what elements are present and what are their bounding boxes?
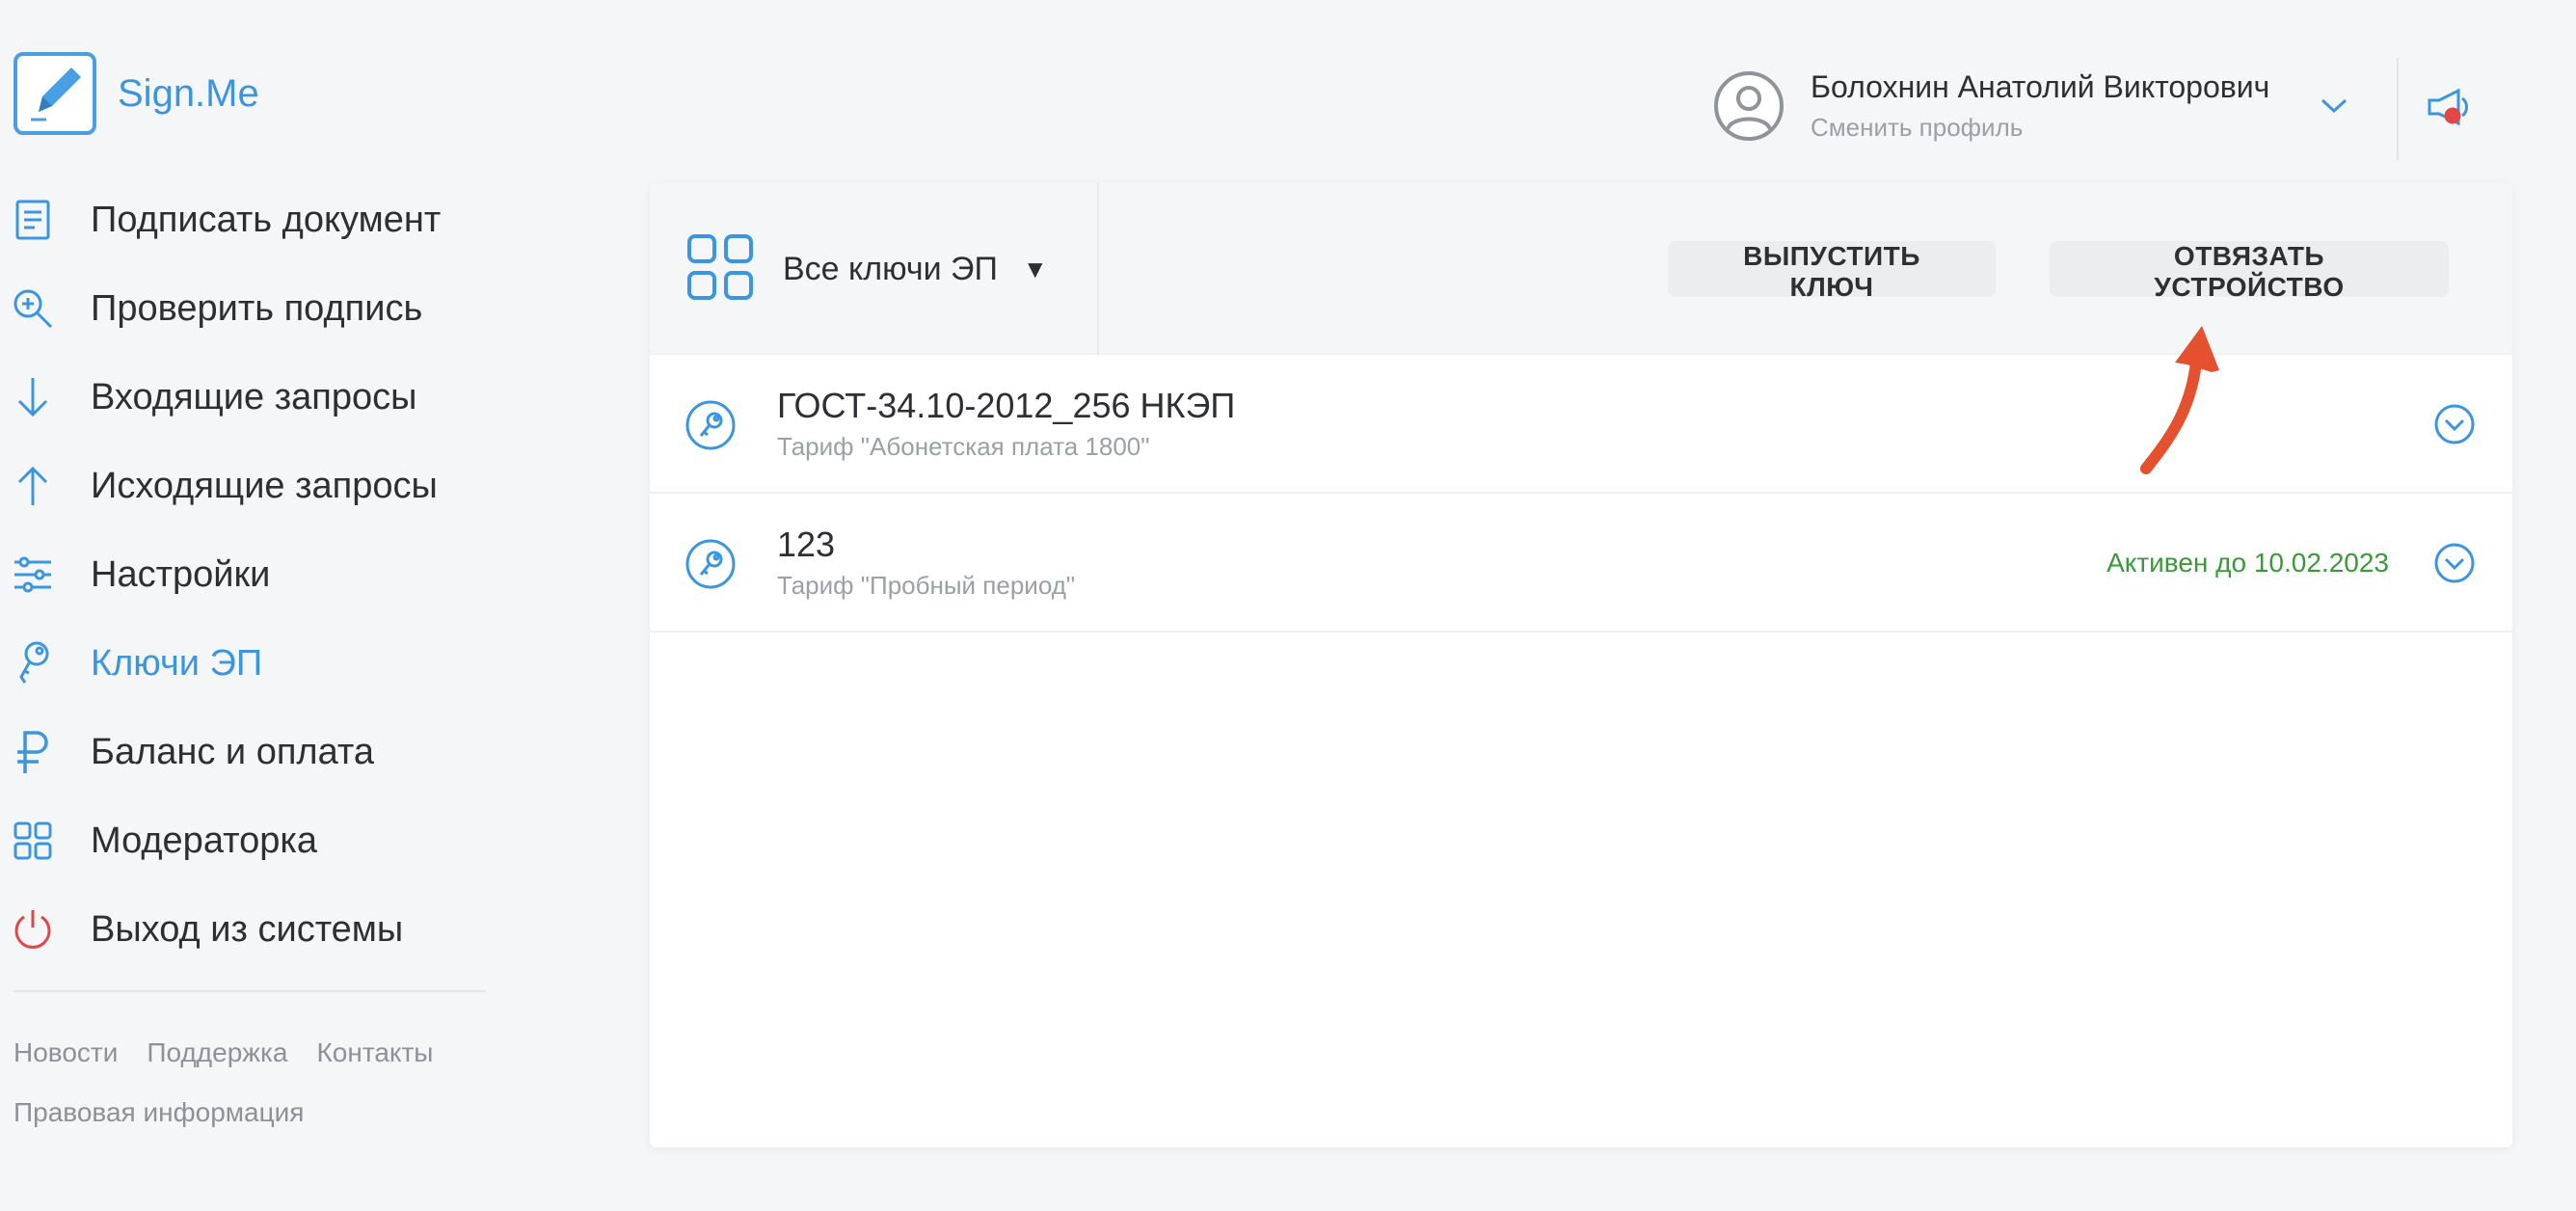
sidebar-item-moderation[interactable]: Модераторка <box>10 796 492 885</box>
logo[interactable]: Sign.Me <box>13 52 259 135</box>
key-list-item[interactable]: 123 Тариф "Пробный период" Активен до 10… <box>650 494 2512 632</box>
key-tariff: Тариф "Абонетская плата 1800" <box>777 432 1150 461</box>
arrow-up-icon <box>10 463 56 509</box>
footer-link-legal[interactable]: Правовая информация <box>13 1097 304 1128</box>
key-circle-icon <box>684 538 737 595</box>
sidebar-item-label: Ключи ЭП <box>91 642 263 684</box>
sidebar-nav: Подписать документ Проверить подпись Вхо… <box>10 175 492 974</box>
ruble-icon <box>10 729 56 775</box>
sidebar-divider <box>13 990 486 992</box>
key-status-badge: Активен до 10.02.2023 <box>2106 548 2389 578</box>
header-divider <box>2397 58 2399 160</box>
sidebar-item-label: Модераторка <box>91 820 317 861</box>
sidebar-item-label: Исходящие запросы <box>91 465 438 506</box>
chevron-down-icon[interactable] <box>2320 96 2348 121</box>
grid-icon <box>686 233 754 306</box>
power-icon <box>10 906 56 953</box>
keys-filter-dropdown[interactable]: Все ключи ЭП ▼ <box>650 183 1099 355</box>
grid-icon <box>10 818 56 864</box>
document-icon <box>10 197 56 243</box>
key-title: ГОСТ-34.10-2012_256 НКЭП <box>777 386 1236 425</box>
avatar-icon <box>1714 71 1784 141</box>
sidebar-item-logout[interactable]: Выход из системы <box>10 885 492 974</box>
sidebar-item-label: Баланс и оплата <box>91 731 374 772</box>
search-zoom-icon <box>10 285 56 332</box>
profile-switcher[interactable]: Болохнин Анатолий Викторович Сменить про… <box>1714 69 2269 143</box>
footer-link-news[interactable]: Новости <box>13 1037 118 1068</box>
megaphone-icon <box>2428 88 2468 126</box>
sidebar-item-settings[interactable]: Настройки <box>10 530 492 619</box>
sidebar-item-incoming-requests[interactable]: Входящие запросы <box>10 353 492 442</box>
sidebar-item-keys[interactable]: Ключи ЭП <box>10 619 492 708</box>
sliders-icon <box>10 552 56 598</box>
sidebar-item-label: Проверить подпись <box>91 287 423 329</box>
key-circle-icon <box>684 399 737 456</box>
footer-link-support[interactable]: Поддержка <box>147 1037 287 1068</box>
sidebar-item-label: Подписать документ <box>91 199 442 240</box>
key-title: 123 <box>777 525 836 564</box>
sidebar-item-label: Выход из системы <box>91 908 404 950</box>
annotation-arrow-icon <box>2131 314 2237 483</box>
key-tariff: Тариф "Пробный период" <box>777 571 1076 600</box>
app-name: Sign.Me <box>118 71 259 115</box>
issue-key-button[interactable]: ВЫПУСТИТЬ КЛЮЧ <box>1668 241 1996 302</box>
user-name: Болохнин Анатолий Викторович <box>1811 69 2270 104</box>
arrow-down-icon <box>10 374 56 420</box>
sidebar-item-outgoing-requests[interactable]: Исходящие запросы <box>10 442 492 530</box>
expand-chevron-icon[interactable] <box>2433 542 2476 589</box>
sidebar-item-label: Настройки <box>91 553 271 595</box>
footer-links: Новости Поддержка Контакты Правовая инфо… <box>13 1037 433 1157</box>
unbind-device-button[interactable]: ОТВЯЗАТЬ УСТРОЙСТВО <box>2050 241 2449 302</box>
filter-label: Все ключи ЭП <box>783 250 998 287</box>
footer-link-contacts[interactable]: Контакты <box>316 1037 433 1068</box>
sidebar-item-sign-document[interactable]: Подписать документ <box>10 175 492 264</box>
switch-profile-link[interactable]: Сменить профиль <box>1811 113 2269 143</box>
key-icon <box>10 640 56 686</box>
expand-chevron-icon[interactable] <box>2433 403 2476 450</box>
logo-pen-icon <box>13 52 96 135</box>
notifications-button[interactable] <box>2424 83 2478 131</box>
sidebar-item-label: Входящие запросы <box>91 376 417 417</box>
sidebar-item-balance[interactable]: Баланс и оплата <box>10 708 492 796</box>
sidebar-item-verify-signature[interactable]: Проверить подпись <box>10 264 492 353</box>
caret-down-icon: ▼ <box>1022 254 1048 283</box>
